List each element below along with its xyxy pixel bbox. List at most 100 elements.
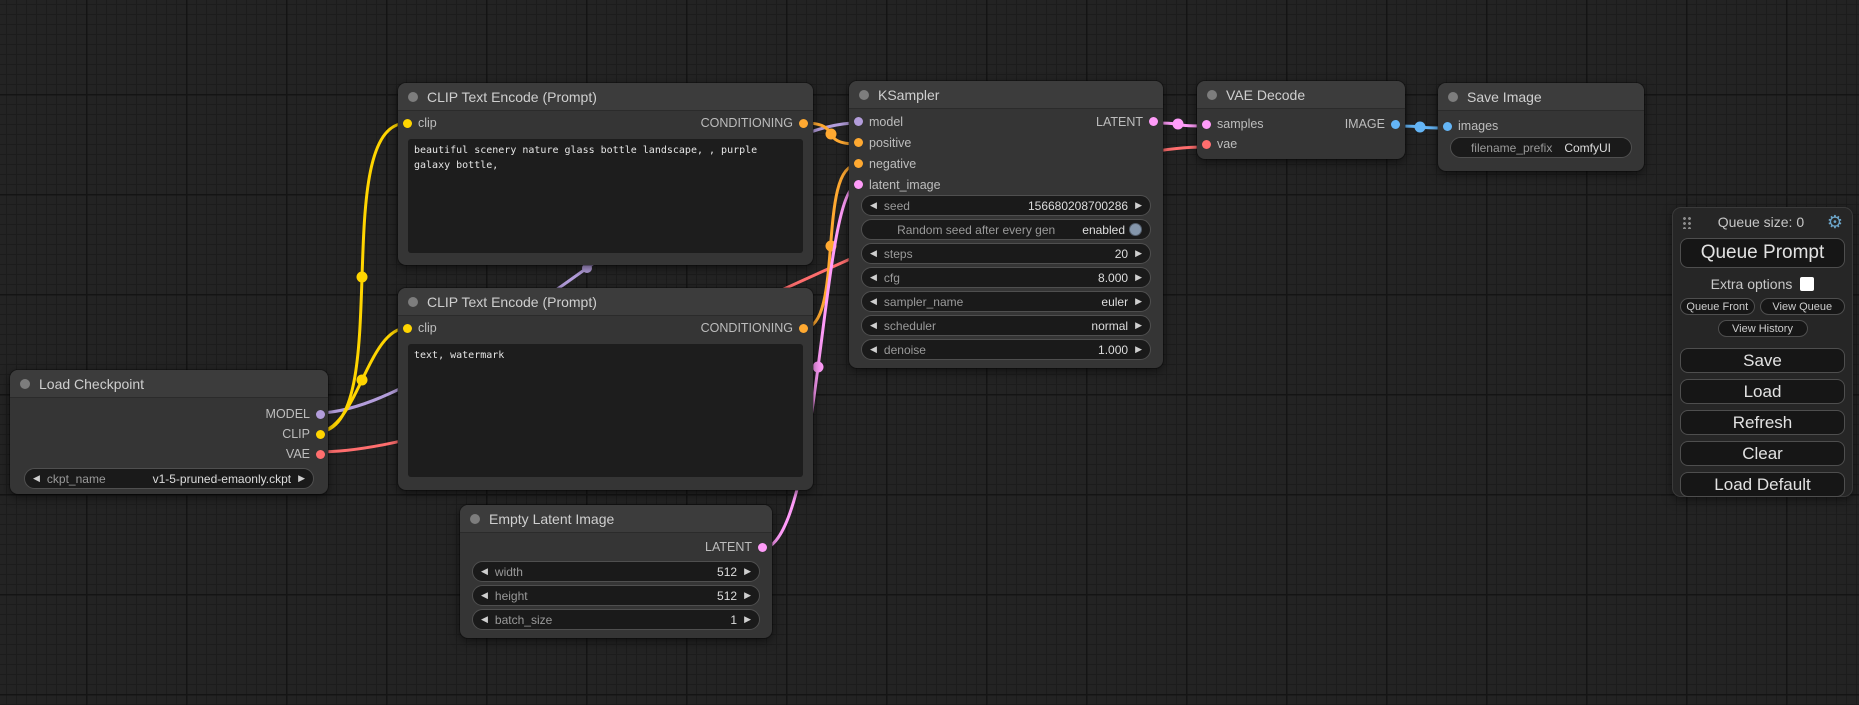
input-slot-images[interactable]: images [1443, 119, 1498, 133]
increment-arrow-icon[interactable]: ▶ [1135, 201, 1142, 210]
view-queue-button[interactable]: View Queue [1760, 298, 1845, 315]
node-ksampler[interactable]: KSampler model LATENT positive negative [849, 81, 1163, 368]
settings-gear-icon[interactable]: ⚙ [1827, 213, 1843, 231]
decrement-arrow-icon[interactable]: ◀ [481, 591, 488, 600]
output-slot-vae[interactable]: VAE [286, 447, 325, 461]
filename-prefix-widget[interactable]: filename_prefix ComfyUI [1450, 137, 1632, 158]
height-widget[interactable]: ◀ height 512 ▶ [472, 585, 760, 606]
queue-front-button[interactable]: Queue Front [1680, 298, 1755, 315]
conditioning-slot-dot[interactable] [799, 119, 808, 128]
view-history-button[interactable]: View History [1718, 320, 1808, 337]
model-slot-dot[interactable] [316, 410, 325, 419]
collapse-dot-icon[interactable] [408, 92, 418, 102]
node-load-checkpoint[interactable]: Load Checkpoint MODEL CLIP VAE ◀ ckp [10, 370, 328, 494]
queue-prompt-button[interactable]: Queue Prompt [1680, 238, 1845, 268]
steps-widget[interactable]: ◀ steps 20 ▶ [861, 243, 1151, 264]
conditioning-slot-dot[interactable] [799, 324, 808, 333]
input-slot-clip[interactable]: clip [403, 321, 437, 335]
load-default-button[interactable]: Load Default [1680, 472, 1845, 497]
node-clip-text-encode-negative[interactable]: CLIP Text Encode (Prompt) clip CONDITION… [398, 288, 813, 490]
input-slot-negative[interactable]: negative [854, 157, 916, 171]
decrement-arrow-icon[interactable]: ◀ [481, 567, 488, 576]
node-title-bar[interactable]: Load Checkpoint [10, 370, 328, 398]
node-empty-latent-image[interactable]: Empty Latent Image LATENT ◀ width 512 ▶ … [460, 505, 772, 638]
output-slot-latent[interactable]: LATENT [1096, 115, 1158, 129]
width-widget[interactable]: ◀ width 512 ▶ [472, 561, 760, 582]
input-slot-samples[interactable]: samples [1202, 117, 1264, 131]
latent-slot-dot[interactable] [1202, 120, 1211, 129]
output-slot-clip[interactable]: CLIP [282, 427, 325, 441]
batch-size-widget[interactable]: ◀ batch_size 1 ▶ [472, 609, 760, 630]
latent-slot-dot[interactable] [854, 180, 863, 189]
decrement-arrow-icon[interactable]: ◀ [481, 615, 488, 624]
drag-handle-icon[interactable] [1682, 215, 1691, 229]
input-slot-vae[interactable]: vae [1202, 137, 1237, 151]
clip-slot-dot[interactable] [403, 324, 412, 333]
collapse-dot-icon[interactable] [408, 297, 418, 307]
collapse-dot-icon[interactable] [1448, 92, 1458, 102]
node-title-bar[interactable]: CLIP Text Encode (Prompt) [398, 83, 813, 111]
ckpt-name-widget[interactable]: ◀ ckpt_name v1-5-pruned-emaonly.ckpt ▶ [24, 468, 314, 489]
model-slot-dot[interactable] [854, 117, 863, 126]
node-clip-text-encode-positive[interactable]: CLIP Text Encode (Prompt) clip CONDITION… [398, 83, 813, 265]
vae-slot-dot[interactable] [1202, 140, 1211, 149]
refresh-button[interactable]: Refresh [1680, 410, 1845, 435]
increment-arrow-icon[interactable]: ▶ [1135, 345, 1142, 354]
increment-arrow-icon[interactable]: ▶ [744, 591, 751, 600]
input-slot-clip[interactable]: clip [403, 116, 437, 130]
node-title-bar[interactable]: CLIP Text Encode (Prompt) [398, 288, 813, 316]
conditioning-slot-dot[interactable] [854, 159, 863, 168]
increment-arrow-icon[interactable]: ▶ [1135, 273, 1142, 282]
node-title-bar[interactable]: Empty Latent Image [460, 505, 772, 533]
input-slot-model[interactable]: model [854, 115, 903, 129]
node-title-bar[interactable]: VAE Decode [1197, 81, 1405, 109]
clip-slot-dot[interactable] [403, 119, 412, 128]
random-seed-toggle-widget[interactable]: Random seed after every gen enabled [861, 219, 1151, 240]
output-slot-model[interactable]: MODEL [266, 407, 325, 421]
collapse-dot-icon[interactable] [859, 90, 869, 100]
load-button[interactable]: Load [1680, 379, 1845, 404]
node-title-bar[interactable]: Save Image [1438, 83, 1644, 111]
collapse-dot-icon[interactable] [1207, 90, 1217, 100]
extra-options-checkbox[interactable] [1800, 277, 1814, 291]
node-save-image[interactable]: Save Image images filename_prefix ComfyU… [1438, 83, 1644, 171]
output-slot-latent[interactable]: LATENT [705, 540, 767, 554]
cfg-widget[interactable]: ◀ cfg 8.000 ▶ [861, 267, 1151, 288]
conditioning-slot-dot[interactable] [854, 138, 863, 147]
clear-button[interactable]: Clear [1680, 441, 1845, 466]
image-slot-dot[interactable] [1443, 122, 1452, 131]
decrement-arrow-icon[interactable]: ◀ [870, 321, 877, 330]
collapse-dot-icon[interactable] [20, 379, 30, 389]
decrement-arrow-icon[interactable]: ◀ [870, 345, 877, 354]
increment-arrow-icon[interactable]: ▶ [744, 615, 751, 624]
output-slot-image[interactable]: IMAGE [1345, 117, 1400, 131]
increment-arrow-icon[interactable]: ▶ [1135, 321, 1142, 330]
decrement-arrow-icon[interactable]: ◀ [870, 297, 877, 306]
increment-arrow-icon[interactable]: ▶ [298, 474, 305, 483]
sampler-name-widget[interactable]: ◀ sampler_name euler ▶ [861, 291, 1151, 312]
decrement-arrow-icon[interactable]: ◀ [870, 273, 877, 282]
output-slot-conditioning[interactable]: CONDITIONING [701, 116, 808, 130]
node-vae-decode[interactable]: VAE Decode samples IMAGE vae [1197, 81, 1405, 159]
image-slot-dot[interactable] [1391, 120, 1400, 129]
decrement-arrow-icon[interactable]: ◀ [870, 249, 877, 258]
increment-arrow-icon[interactable]: ▶ [1135, 297, 1142, 306]
input-slot-latent-image[interactable]: latent_image [854, 178, 941, 192]
negative-prompt-textarea[interactable]: text, watermark [408, 344, 803, 477]
increment-arrow-icon[interactable]: ▶ [1135, 249, 1142, 258]
scheduler-widget[interactable]: ◀ scheduler normal ▶ [861, 315, 1151, 336]
node-title-bar[interactable]: KSampler [849, 81, 1163, 109]
latent-slot-dot[interactable] [1149, 117, 1158, 126]
output-slot-conditioning[interactable]: CONDITIONING [701, 321, 808, 335]
denoise-widget[interactable]: ◀ denoise 1.000 ▶ [861, 339, 1151, 360]
increment-arrow-icon[interactable]: ▶ [744, 567, 751, 576]
decrement-arrow-icon[interactable]: ◀ [33, 474, 40, 483]
latent-slot-dot[interactable] [758, 543, 767, 552]
toggle-knob-icon[interactable] [1129, 223, 1142, 236]
collapse-dot-icon[interactable] [470, 514, 480, 524]
save-button[interactable]: Save [1680, 348, 1845, 373]
seed-widget[interactable]: ◀ seed 156680208700286 ▶ [861, 195, 1151, 216]
positive-prompt-textarea[interactable]: beautiful scenery nature glass bottle la… [408, 139, 803, 253]
decrement-arrow-icon[interactable]: ◀ [870, 201, 877, 210]
vae-slot-dot[interactable] [316, 450, 325, 459]
